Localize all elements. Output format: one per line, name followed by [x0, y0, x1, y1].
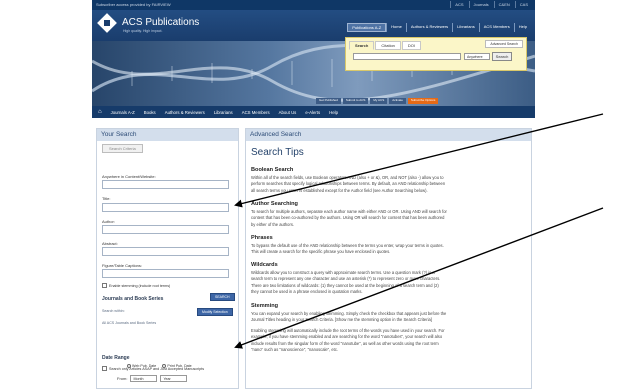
- arrow-to-title-field: [234, 113, 604, 208]
- annotation-arrows: [234, 113, 604, 349]
- screenshot-frame: Subscriber access provided by FAIRVIEW A…: [0, 0, 620, 389]
- arrow-to-date-range: [234, 207, 604, 349]
